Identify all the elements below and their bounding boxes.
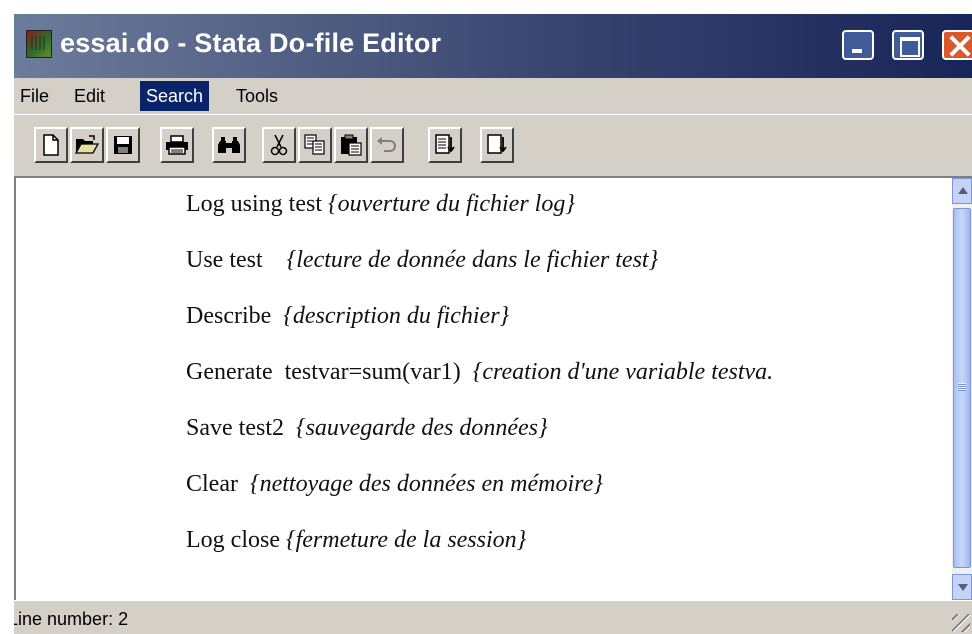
line-number-status: Line number: 2 [14,609,129,629]
code-comment: {creation d'une variable testva. [472,359,774,385]
run-do-file-button[interactable] [428,127,462,163]
code-line[interactable]: Log using test {ouverture du fichier log… [186,184,575,224]
maximize-button[interactable] [892,30,924,60]
code-command: Clear [186,471,250,497]
minimize-button[interactable] [842,30,874,60]
code-command: Describe [186,303,284,329]
title-bar[interactable]: essai.do - Stata Do-file Editor [14,14,972,78]
open-button[interactable] [70,127,104,163]
cut-scissors-icon [270,134,288,156]
do-selection-button[interactable] [480,127,514,163]
code-comment: {description du fichier} [283,303,510,329]
code-comment: {sauvegarde des données} [295,415,548,441]
window-title: essai.do - Stata Do-file Editor [60,28,442,58]
paste-clipboard-icon [341,134,362,156]
menu-tools[interactable]: Tools [230,81,284,111]
paste-button[interactable] [334,127,368,163]
resize-grip-icon[interactable] [952,614,970,632]
code-line[interactable]: Log close {fermeture de la session} [186,520,526,560]
new-file-button[interactable] [34,127,68,163]
code-command: Log close [186,527,286,553]
code-comment: {ouverture du fichier log} [328,191,575,217]
open-folder-icon [75,135,99,154]
code-line[interactable]: Clear {nettoyage des données en mémoire} [186,464,603,504]
menu-search[interactable]: Search [140,81,210,111]
scroll-thumb[interactable] [953,208,971,568]
undo-icon [377,137,396,152]
toolbar [14,114,972,176]
do-selection-icon [487,134,507,154]
print-button[interactable] [160,127,194,163]
find-binoculars-icon [218,137,240,153]
undo-button[interactable] [370,127,404,163]
new-file-icon [43,134,59,156]
status-bar: Line number: 2 [14,600,972,634]
copy-icon [304,134,325,155]
code-line[interactable]: Use test {lecture de donnée dans le fich… [186,240,658,280]
do-file-text-area[interactable]: Log using test {ouverture du fichier log… [14,176,972,600]
stata-app-icon [26,30,52,58]
scroll-grip-icon [958,383,966,391]
code-line[interactable]: Describe {description du fichier} [186,296,509,336]
code-command: Generate testvar=sum(var1) [186,359,473,385]
stata-do-file-editor-window: essai.do - Stata Do-file Editor File Edi… [14,14,972,634]
print-icon [166,135,188,155]
copy-button[interactable] [298,127,332,163]
code-comment: {lecture de donnée dans le fichier test} [286,247,659,273]
vertical-scrollbar[interactable] [952,178,972,600]
scroll-down-button[interactable] [952,574,972,600]
cut-button[interactable] [262,127,296,163]
close-button[interactable] [942,30,972,60]
menu-edit[interactable]: Edit [68,81,111,111]
code-comment: {nettoyage des données en mémoire} [249,471,603,497]
code-line[interactable]: Generate testvar=sum(var1) {creation d'u… [186,352,773,392]
run-do-file-icon [435,134,455,154]
menu-file[interactable]: File [14,81,55,111]
code-command: Use test [186,247,287,273]
code-command: Save test2 [186,415,296,441]
scroll-up-button[interactable] [952,178,972,204]
save-button[interactable] [106,127,140,163]
find-button[interactable] [212,127,246,163]
menu-bar: File Edit Search Tools [14,78,972,114]
save-icon [114,136,132,154]
code-comment: {fermeture de la session} [285,527,527,553]
code-command: Log using test [186,191,328,217]
code-line[interactable]: Save test2 {sauvegarde des données} [186,408,548,448]
